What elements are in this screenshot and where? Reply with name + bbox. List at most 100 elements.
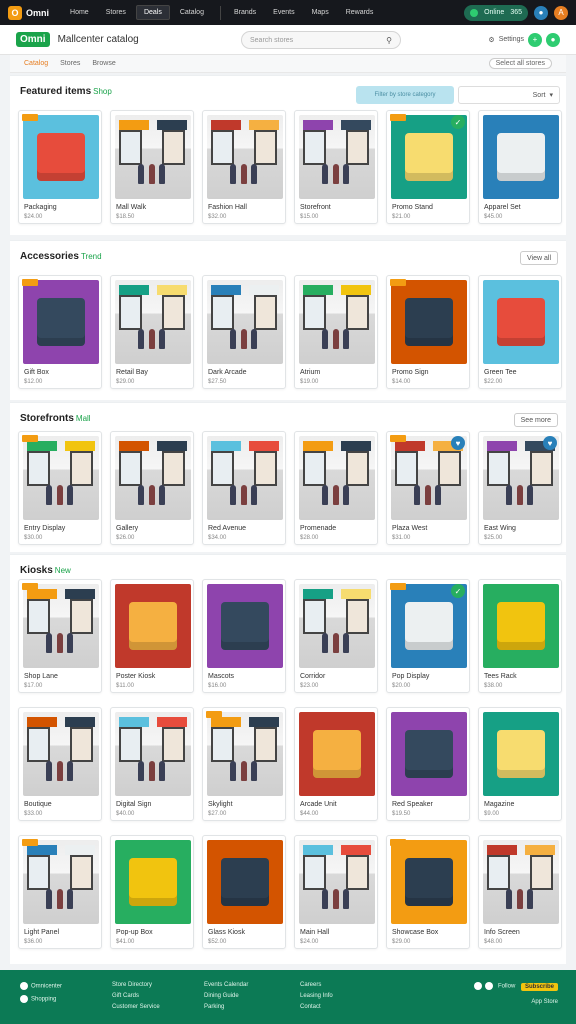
product-image[interactable] [299, 840, 375, 924]
product-name[interactable]: Fashion Hall [208, 204, 247, 211]
product-card[interactable]: Pop-up Box $41.00 [110, 835, 194, 949]
product-card[interactable]: Shop Lane $17.00 [18, 579, 102, 693]
header-logo[interactable]: Omni [16, 32, 50, 47]
product-image[interactable] [207, 712, 283, 796]
product-image[interactable] [391, 712, 467, 796]
product-name[interactable]: Green Tee [484, 369, 517, 376]
footer-link[interactable]: Contact [300, 1004, 333, 1010]
product-name[interactable]: Skylight [208, 801, 233, 808]
footer-link[interactable]: Gift Cards [112, 993, 160, 999]
settings-label[interactable]: Settings [499, 36, 524, 43]
product-name[interactable]: Red Speaker [392, 801, 433, 808]
product-name[interactable]: Promenade [300, 525, 336, 532]
product-card[interactable]: Fashion Hall $32.00 [202, 110, 286, 224]
product-name[interactable]: Pop Display [392, 673, 429, 680]
product-image[interactable] [23, 115, 99, 199]
product-card[interactable]: Apparel Set $45.00 [478, 110, 562, 224]
nav-item[interactable]: Catalog [173, 6, 211, 19]
product-name[interactable]: East Wing [484, 525, 516, 532]
footer-brand[interactable]: Omnicenter [31, 984, 62, 990]
product-name[interactable]: Pop-up Box [116, 929, 153, 936]
product-image[interactable] [23, 436, 99, 520]
product-image[interactable] [483, 280, 559, 364]
product-card[interactable]: Promo Stand $21.00 ✓ [386, 110, 470, 224]
app-store-link[interactable]: App Store [531, 999, 558, 1005]
category-filter-button[interactable]: Filter by store category [356, 86, 454, 104]
product-image[interactable] [483, 584, 559, 668]
see-more-button[interactable]: See more [513, 413, 558, 427]
breadcrumb-item[interactable]: Browse [92, 60, 115, 67]
breadcrumb-item[interactable]: Stores [60, 60, 80, 67]
product-image[interactable] [23, 280, 99, 364]
footer-link[interactable]: Store Directory [112, 982, 160, 988]
product-card[interactable]: Glass Kiosk $52.00 [202, 835, 286, 949]
product-image[interactable] [207, 840, 283, 924]
product-card[interactable]: Corridor $23.00 [294, 579, 378, 693]
product-image[interactable] [483, 712, 559, 796]
product-image[interactable] [115, 584, 191, 668]
product-card[interactable]: Showcase Box $29.00 [386, 835, 470, 949]
product-name[interactable]: Light Panel [24, 929, 59, 936]
product-image[interactable] [207, 280, 283, 364]
footer-link[interactable]: Dining Guide [204, 993, 248, 999]
add-icon[interactable]: + [528, 32, 542, 47]
search-input[interactable]: Search stores ⚲ [241, 31, 401, 49]
product-card[interactable]: Poster Kiosk $11.00 [110, 579, 194, 693]
product-card[interactable]: Magazine $9.00 [478, 707, 562, 821]
product-name[interactable]: Magazine [484, 801, 514, 808]
product-card[interactable]: Info Screen $48.00 [478, 835, 562, 949]
footer-link[interactable]: Careers [300, 982, 333, 988]
product-card[interactable]: Promenade $28.00 [294, 431, 378, 545]
breadcrumb-item[interactable]: Catalog [24, 60, 48, 67]
product-name[interactable]: Dark Arcade [208, 369, 247, 376]
product-image[interactable] [115, 436, 191, 520]
nav-item[interactable]: Maps [305, 6, 336, 19]
product-name[interactable]: Poster Kiosk [116, 673, 155, 680]
nav-item[interactable]: Rewards [339, 6, 381, 19]
product-name[interactable]: Plaza West [392, 525, 427, 532]
footer-link[interactable]: Customer Service [112, 1004, 160, 1010]
product-card[interactable]: Retail Bay $29.00 [110, 275, 194, 389]
product-name[interactable]: Storefront [300, 204, 331, 211]
product-name[interactable]: Red Avenue [208, 525, 246, 532]
product-image[interactable] [207, 436, 283, 520]
product-name[interactable]: Promo Sign [392, 369, 429, 376]
product-image[interactable] [299, 712, 375, 796]
select-all-button[interactable]: Select all stores [488, 58, 552, 69]
product-image[interactable] [391, 280, 467, 364]
product-name[interactable]: Mascots [208, 673, 234, 680]
product-card[interactable]: Boutique $33.00 [18, 707, 102, 821]
product-card[interactable]: Entry Display $30.00 [18, 431, 102, 545]
nav-item[interactable]: Home [63, 6, 96, 19]
product-image[interactable] [299, 584, 375, 668]
product-name[interactable]: Main Hall [300, 929, 329, 936]
product-image[interactable] [115, 115, 191, 199]
heart-icon[interactable]: ♥ [543, 436, 557, 450]
product-card[interactable]: East Wing $25.00 ♥ [478, 431, 562, 545]
product-name[interactable]: Retail Bay [116, 369, 148, 376]
sort-select[interactable]: Sort ▾ [458, 86, 560, 104]
product-card[interactable]: Digital Sign $40.00 [110, 707, 194, 821]
footer-link[interactable]: Parking [204, 1004, 248, 1010]
view-all-button[interactable]: View all [520, 251, 558, 265]
product-name[interactable]: Boutique [24, 801, 52, 808]
product-image[interactable] [23, 712, 99, 796]
product-image[interactable] [207, 115, 283, 199]
product-card[interactable]: Gallery $26.00 [110, 431, 194, 545]
product-name[interactable]: Mall Walk [116, 204, 146, 211]
brand-name[interactable]: Omni [26, 8, 49, 18]
product-name[interactable]: Atrium [300, 369, 320, 376]
product-image[interactable] [299, 436, 375, 520]
product-card[interactable]: Atrium $19.00 [294, 275, 378, 389]
product-card[interactable]: Pop Display $20.00 ✓ [386, 579, 470, 693]
product-name[interactable]: Corridor [300, 673, 325, 680]
product-name[interactable]: Promo Stand [392, 204, 433, 211]
product-name[interactable]: Arcade Unit [300, 801, 337, 808]
product-card[interactable]: Light Panel $36.00 [18, 835, 102, 949]
footer-link[interactable]: Leasing Info [300, 993, 333, 999]
nav-item[interactable]: Stores [99, 6, 133, 19]
product-card[interactable]: Arcade Unit $44.00 [294, 707, 378, 821]
product-name[interactable]: Gift Box [24, 369, 49, 376]
avatar[interactable]: A [554, 5, 568, 20]
product-name[interactable]: Tees Rack [484, 673, 517, 680]
